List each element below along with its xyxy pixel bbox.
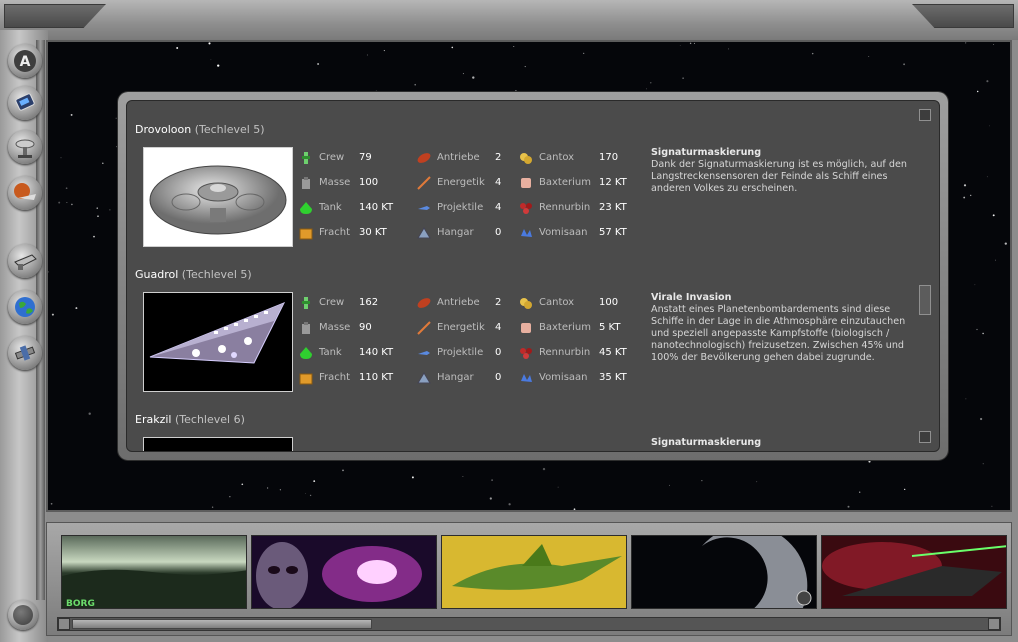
crew-icon	[302, 152, 310, 164]
sidebar-button-satellite[interactable]	[8, 130, 42, 164]
ability-title: Signaturmaskierung	[651, 147, 762, 158]
vomisaan-icon	[521, 229, 532, 237]
ship-title: Guadrol (Techlevel 5)	[135, 268, 915, 284]
projectile-icon	[418, 351, 430, 355]
top-left-tab	[4, 4, 106, 28]
scroll-right-button[interactable]	[988, 618, 1000, 630]
gallery-bar: BORG	[46, 522, 1012, 636]
thumb-green-ship[interactable]	[441, 535, 627, 609]
saucer-ship-image	[144, 148, 292, 246]
ship-entry-guadrol[interactable]: Guadrol (Techlevel 5) Crew 162 Masse 90 Ta…	[135, 268, 915, 398]
mass-icon	[302, 177, 310, 189]
engine-icon	[417, 153, 431, 163]
ship-list-panel: Drovoloon (Techlevel 5) Crew 79 Masse 100	[118, 92, 948, 460]
ability-description: Signaturmaskierung	[651, 437, 913, 449]
triangle-ship-image	[144, 293, 292, 391]
ability-description: Virale Invasion Anstatt eines Planetenbo…	[651, 292, 913, 364]
thumb-red-battle[interactable]	[821, 535, 1007, 609]
red-battle-image	[822, 536, 1006, 608]
hangar-icon	[417, 372, 431, 384]
cantox-icon	[520, 153, 532, 164]
energy-weapon-icon	[417, 321, 431, 335]
green-ship-image	[442, 536, 626, 608]
scroll-left-button[interactable]	[58, 618, 70, 630]
ship-entry-drovoloon[interactable]: Drovoloon (Techlevel 5) Crew 79 Masse 100	[135, 123, 915, 253]
ship-techlevel: (Techlevel 5)	[181, 268, 252, 281]
ship-list[interactable]: Drovoloon (Techlevel 5) Crew 79 Masse 100	[126, 100, 940, 452]
engine-icon	[417, 298, 431, 308]
cargo-icon	[299, 373, 313, 385]
ship-title: Drovoloon (Techlevel 5)	[135, 123, 915, 139]
ability-description: Signaturmaskierung Dank der Signaturmask…	[651, 147, 913, 195]
energy-weapon-icon	[417, 176, 431, 190]
cantox-icon	[520, 298, 532, 309]
gallery-scrollbar[interactable]	[57, 617, 1001, 631]
top-right-tab	[912, 4, 1014, 28]
ship-image-saucer	[143, 147, 293, 247]
ship-name: Drovoloon	[135, 123, 192, 136]
sidebar-button-station[interactable]	[8, 336, 42, 370]
round-button-icon	[13, 605, 33, 625]
scroll-down-button[interactable]	[919, 431, 931, 443]
rennurbin-icon	[520, 203, 532, 214]
settings-icon	[796, 590, 812, 606]
gallery-scroll-thumb[interactable]	[72, 619, 372, 629]
tank-icon	[300, 347, 312, 359]
sidebar-button-handheld[interactable]	[8, 86, 42, 120]
mass-icon	[302, 322, 310, 334]
scroll-thumb[interactable]	[919, 285, 931, 315]
tank-icon	[300, 202, 312, 214]
ship-title: Erakzil (Techlevel 6)	[135, 413, 915, 429]
ship-image-triangle	[143, 292, 293, 392]
top-frame	[0, 0, 1018, 40]
thumb-alien-nebula[interactable]	[251, 535, 437, 609]
borg-caption: BORG	[66, 599, 95, 609]
hangar-icon	[417, 227, 431, 239]
baxterium-icon	[521, 323, 531, 333]
ability-text: Dank der Signaturmaskierung ist es mögli…	[651, 159, 907, 194]
sidebar-button-earth[interactable]	[8, 290, 42, 324]
planet-ship-icon	[14, 183, 36, 200]
ability-title: Signaturmaskierung	[651, 437, 762, 448]
rennurbin-icon	[520, 348, 532, 359]
vomisaan-icon	[521, 374, 532, 382]
scroll-up-button[interactable]	[919, 109, 931, 121]
svg-text:A: A	[20, 54, 31, 70]
ability-text: Anstatt eines Planetenbombardements sind…	[651, 304, 906, 363]
ship-entry-erakzil[interactable]: Erakzil (Techlevel 6) Signaturmaskierung	[135, 413, 915, 451]
satellite-dish-icon	[15, 139, 35, 158]
sidebar-button-a[interactable]: A	[8, 44, 42, 78]
ship-image-erakzil	[143, 437, 293, 451]
sidebar-button-phaser[interactable]	[8, 244, 42, 278]
alien-nebula-image	[252, 536, 436, 608]
crew-icon	[302, 297, 310, 309]
ship-techlevel: (Techlevel 5)	[194, 123, 265, 136]
sidebar-button-planet-ship[interactable]	[8, 176, 42, 210]
space-station-icon	[14, 345, 36, 361]
borg-landscape-image: BORG	[62, 536, 246, 609]
ship-name: Erakzil	[135, 413, 172, 426]
cargo-icon	[299, 228, 313, 240]
letter-a-icon: A	[14, 50, 36, 72]
ship-name: Guadrol	[135, 268, 179, 281]
ship-techlevel: (Techlevel 6)	[174, 413, 245, 426]
earth-globe-icon	[15, 297, 35, 317]
projectile-icon	[418, 206, 430, 210]
sidebar-button-bottom[interactable]	[8, 600, 38, 630]
phaser-icon	[14, 254, 37, 270]
ability-title: Virale Invasion	[651, 292, 732, 303]
baxterium-icon	[521, 178, 531, 188]
death-star-image	[632, 536, 816, 608]
thumb-borg[interactable]: BORG	[61, 535, 247, 609]
thumb-death-star[interactable]	[631, 535, 817, 609]
handheld-device-icon	[15, 93, 35, 111]
